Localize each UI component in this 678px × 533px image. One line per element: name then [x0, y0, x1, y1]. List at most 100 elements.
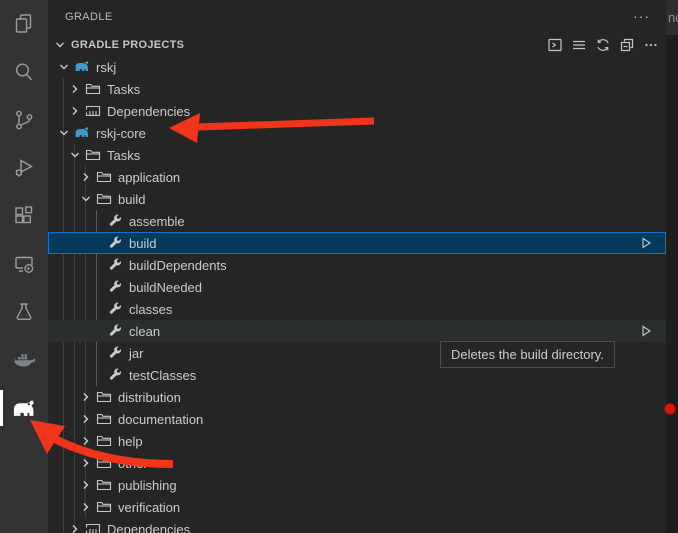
tree-row-label: documentation [118, 412, 203, 427]
debug-icon [12, 156, 36, 180]
gradle-elephant-icon [74, 125, 90, 139]
editor-area: no [666, 0, 678, 533]
tree-row-buildneeded[interactable]: buildNeeded [48, 276, 666, 298]
chevron-down-icon [52, 37, 68, 53]
activity-bar [0, 0, 48, 533]
chevron-right-icon[interactable] [67, 81, 83, 97]
tree-row-rskj-core[interactable]: rskj-core [48, 122, 666, 144]
tree-row-label: rskj [96, 60, 116, 75]
tree-row-tasks[interactable]: Tasks [48, 144, 666, 166]
tree-row-label: application [118, 170, 180, 185]
wrench-icon [107, 345, 123, 361]
tree-row-dependencies[interactable]: Dependencies [48, 518, 666, 533]
tree-row-label: classes [129, 302, 172, 317]
activitybar-remote-explorer[interactable] [0, 240, 48, 288]
tree-row-label: verification [118, 500, 180, 515]
gradle-side-panel: GRADLE ··· GRADLE PROJECTS [48, 0, 666, 533]
folder-icon [96, 389, 112, 405]
tree-row-tasks[interactable]: Tasks [48, 78, 666, 100]
tree-row-label: publishing [118, 478, 177, 493]
tree-row-label: assemble [129, 214, 185, 229]
tree-row-label: build [118, 192, 145, 207]
chevron-right-icon[interactable] [78, 411, 94, 427]
chevron-right-icon[interactable] [78, 477, 94, 493]
tree-row-label: testClasses [129, 368, 196, 383]
tree-row-dependencies[interactable]: Dependencies [48, 100, 666, 122]
tree-row-label: Dependencies [107, 104, 190, 119]
chevron-right-icon[interactable] [67, 521, 83, 533]
chevron-right-icon[interactable] [78, 499, 94, 515]
tree-row-label: clean [129, 324, 160, 339]
chevron-down-icon[interactable] [78, 191, 94, 207]
more-actions-icon[interactable] [643, 37, 659, 53]
wrench-icon [107, 235, 123, 251]
docker-whale-icon [11, 348, 37, 372]
tree-row-publishing[interactable]: publishing [48, 474, 666, 496]
activitybar-run-debug[interactable] [0, 144, 48, 192]
chevron-down-icon[interactable] [56, 125, 72, 141]
tree-row-label: Dependencies [107, 522, 190, 533]
tree-row-other[interactable]: other [48, 452, 666, 474]
dependencies-icon [85, 103, 101, 119]
pane-title: GRADLE [65, 11, 113, 23]
tree-row-label: Tasks [107, 82, 140, 97]
tooltip: Deletes the build directory. [440, 341, 615, 368]
activitybar-search[interactable] [0, 48, 48, 96]
wrench-icon [107, 323, 123, 339]
section-toolbar [547, 37, 659, 53]
section-label: GRADLE PROJECTS [71, 39, 184, 51]
activitybar-docker[interactable] [0, 336, 48, 384]
extensions-icon [12, 204, 36, 228]
wrench-icon [107, 257, 123, 273]
chevron-down-icon[interactable] [67, 147, 83, 163]
tree-row-build[interactable]: build [48, 232, 666, 254]
tree-row-documentation[interactable]: documentation [48, 408, 666, 430]
chevron-down-icon[interactable] [56, 59, 72, 75]
gradle-elephant-icon [11, 397, 37, 419]
chevron-right-icon[interactable] [78, 389, 94, 405]
tree-row-label: build [129, 236, 156, 251]
activitybar-gradle[interactable] [0, 384, 48, 432]
folder-icon [96, 191, 112, 207]
files-icon [12, 12, 36, 36]
folder-icon [85, 147, 101, 163]
tree-row-build[interactable]: build [48, 188, 666, 210]
activitybar-source-control[interactable] [0, 96, 48, 144]
tree-row-help[interactable]: help [48, 430, 666, 452]
wrench-icon [107, 279, 123, 295]
activitybar-testing[interactable] [0, 288, 48, 336]
remote-explorer-icon [12, 252, 36, 276]
list-icon[interactable] [571, 37, 587, 53]
run-task-icon[interactable] [547, 37, 563, 53]
pane-header: GRADLE ··· [48, 0, 666, 34]
refresh-icon[interactable] [595, 37, 611, 53]
editor-tab[interactable]: no [666, 0, 678, 35]
gradle-elephant-icon [74, 59, 90, 73]
run-play-icon[interactable] [639, 236, 653, 250]
tree-row-label: jar [129, 346, 143, 361]
tree-row-builddependents[interactable]: buildDependents [48, 254, 666, 276]
section-header-gradle-projects[interactable]: GRADLE PROJECTS [48, 34, 666, 56]
beaker-icon [12, 300, 36, 324]
chevron-right-icon[interactable] [78, 433, 94, 449]
activitybar-explorer[interactable] [0, 0, 48, 48]
pane-more-actions-icon[interactable]: ··· [633, 9, 650, 23]
tree-row-distribution[interactable]: distribution [48, 386, 666, 408]
editor-tab-label: no [668, 10, 678, 25]
folder-icon [96, 411, 112, 427]
tree-row-classes[interactable]: classes [48, 298, 666, 320]
tree-row-clean[interactable]: clean [48, 320, 666, 342]
activitybar-extensions[interactable] [0, 192, 48, 240]
chevron-right-icon[interactable] [67, 103, 83, 119]
tree-row-verification[interactable]: verification [48, 496, 666, 518]
tree-row-assemble[interactable]: assemble [48, 210, 666, 232]
source-control-icon [12, 108, 36, 132]
folder-icon [96, 477, 112, 493]
wrench-icon [107, 213, 123, 229]
tree-row-application[interactable]: application [48, 166, 666, 188]
chevron-right-icon[interactable] [78, 455, 94, 471]
tree-row-rskj[interactable]: rskj [48, 56, 666, 78]
collapse-all-icon[interactable] [619, 37, 635, 53]
chevron-right-icon[interactable] [78, 169, 94, 185]
run-play-icon[interactable] [639, 324, 653, 338]
